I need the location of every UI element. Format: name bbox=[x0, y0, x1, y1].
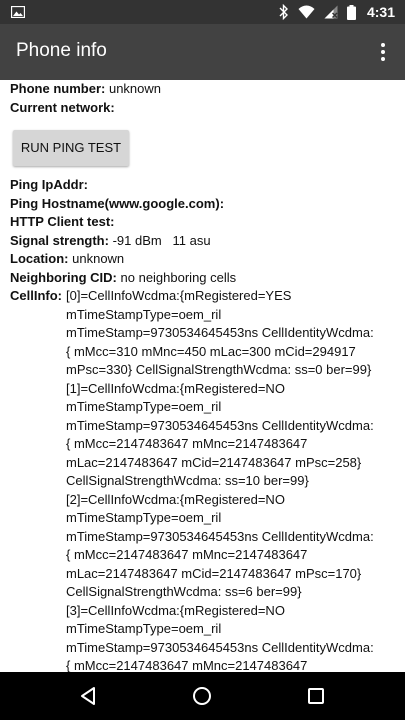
signal-strength-row: Signal strength: -91 dBm 11 asu bbox=[10, 232, 405, 251]
ping-ip-label: Ping IpAddr: bbox=[10, 177, 88, 192]
home-icon[interactable] bbox=[190, 684, 214, 708]
cellinfo-line: mTimeStamp=9730534645453ns CellIdentityW… bbox=[66, 417, 374, 433]
navigation-bar bbox=[0, 672, 405, 720]
cellinfo-row: CellInfo: [0]=CellInfoWcdma:{mRegistered… bbox=[10, 287, 405, 672]
overflow-menu-icon[interactable] bbox=[371, 40, 395, 64]
cellinfo-line: { mMcc=2147483647 mMnc=2147483647 bbox=[66, 547, 308, 562]
phone-number-value: unknown bbox=[108, 81, 162, 96]
image-icon bbox=[11, 6, 25, 18]
cellinfo-line: mTimeStampType=oem_ril bbox=[66, 510, 222, 525]
no-sim-icon bbox=[324, 5, 338, 19]
http-client-row: HTTP Client test: bbox=[10, 213, 405, 232]
recents-icon[interactable] bbox=[304, 684, 328, 708]
neighboring-cid-value: no neighboring cells bbox=[120, 269, 237, 285]
back-icon[interactable] bbox=[77, 684, 101, 708]
cellinfo-line: [3]=CellInfoWcdma:{mRegistered=NO bbox=[66, 602, 285, 618]
cellinfo-line: mTimeStampType=oem_ril bbox=[66, 621, 222, 636]
ping-hostname-row: Ping Hostname(www.google.com): bbox=[10, 195, 405, 214]
neighboring-cid-label: Neighboring CID: bbox=[10, 269, 117, 285]
cellinfo-line: CellSignalStrengthWcdma: ss=10 ber=99} bbox=[66, 473, 309, 488]
cellinfo-line: [1]=CellInfoWcdma:{mRegistered=NO bbox=[66, 380, 285, 396]
cellinfo-line: mPsc=330} CellSignalStrengthWcdma: ss=0 … bbox=[66, 362, 372, 377]
cellinfo-line: mTimeStamp=9730534645453ns CellIdentityW… bbox=[66, 639, 374, 655]
location-row: Location: unknown bbox=[10, 250, 405, 269]
signal-strength-label: Signal strength: bbox=[10, 232, 109, 248]
cellinfo-line: [2]=CellInfoWcdma:{mRegistered=NO bbox=[66, 491, 285, 507]
run-ping-test-button[interactable]: RUN PING TEST bbox=[13, 130, 129, 166]
cellinfo-line: CellSignalStrengthWcdma: ss=6 ber=99} bbox=[66, 584, 302, 599]
cellinfo-line: mLac=2147483647 mCid=2147483647 mPsc=170… bbox=[66, 565, 362, 581]
location-value: unknown bbox=[72, 251, 125, 266]
cellinfo-value: [0]=CellInfoWcdma:{mRegistered=YES mTimeS… bbox=[66, 287, 374, 672]
wifi-icon bbox=[298, 5, 315, 19]
phone-number-label: Phone number: bbox=[10, 81, 106, 96]
cellinfo-line: mTimeStamp=9730534645453ns CellIdentityW… bbox=[66, 325, 374, 340]
phone-number-row: Phone number: unknown bbox=[10, 80, 405, 99]
page-title: Phone info bbox=[16, 40, 107, 61]
cellinfo-line: { mMcc=310 mMnc=450 mLac=300 mCid=294917 bbox=[66, 343, 356, 359]
cellinfo-line: mTimeStampType=oem_ril bbox=[66, 306, 222, 322]
cellinfo-line: mTimeStamp=9730534645453ns CellIdentityW… bbox=[66, 528, 374, 544]
ping-hostname-label: Ping Hostname(www.google.com): bbox=[10, 195, 225, 211]
cellinfo-line: mLac=2147483647 mCid=2147483647 mPsc=258… bbox=[66, 454, 362, 470]
battery-icon bbox=[346, 4, 356, 20]
cellinfo-line: { mMcc=2147483647 mMnc=2147483647 bbox=[66, 436, 308, 451]
ping-ip-row: Ping IpAddr: bbox=[10, 176, 405, 195]
app-toolbar: Phone info bbox=[0, 24, 405, 80]
cellinfo-line: [0]=CellInfoWcdma:{mRegistered=YES bbox=[66, 288, 292, 303]
bluetooth-icon bbox=[279, 4, 288, 20]
phone-info-content[interactable]: Phone number: unknown Current network: R… bbox=[0, 80, 405, 672]
http-client-label: HTTP Client test: bbox=[10, 214, 115, 229]
current-network-label: Current network: bbox=[10, 99, 115, 115]
cellinfo-label: CellInfo: bbox=[10, 288, 62, 303]
signal-strength-value: -91 dBm 11 asu bbox=[112, 232, 211, 248]
cellinfo-line: { mMcc=2147483647 mMnc=2147483647 bbox=[66, 658, 308, 672]
cellinfo-line: mTimeStampType=oem_ril bbox=[66, 399, 222, 414]
status-time: 4:31 bbox=[366, 4, 395, 20]
location-label: Location: bbox=[10, 251, 69, 266]
current-network-row: Current network: bbox=[10, 99, 405, 118]
status-bar: 4:31 bbox=[0, 0, 405, 24]
neighboring-cid-row: Neighboring CID: no neighboring cells bbox=[10, 269, 405, 288]
